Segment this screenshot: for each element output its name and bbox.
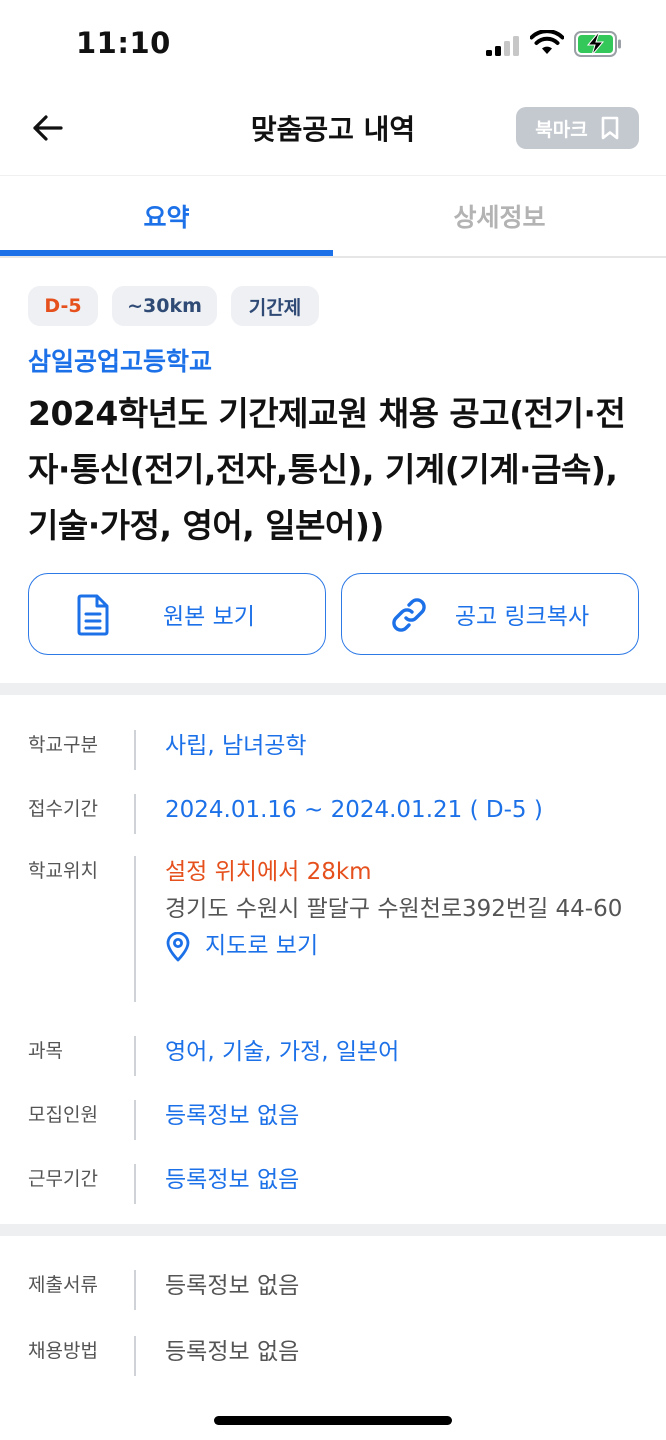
row-separator [134, 1036, 136, 1076]
navigation-bar: 맞춤공고 내역 북마크 [0, 90, 666, 176]
address-text: 경기도 수원시 팔달구 수원천로392번길 44-60 [165, 896, 623, 922]
row-separator [134, 856, 136, 1002]
documents-value: 등록정보 없음 [165, 1273, 300, 1299]
info-row-work-period: 근무기간 등록정보 없음 [28, 1164, 640, 1204]
period-label: 접수기간 [28, 798, 98, 820]
work-period-value: 등록정보 없음 [165, 1167, 300, 1193]
row-separator [134, 1336, 136, 1376]
method-value: 등록정보 없음 [165, 1339, 300, 1365]
bookmark-button[interactable]: 북마크 [516, 107, 639, 149]
view-map-label: 지도로 보기 [205, 933, 319, 959]
employment-type-badge: 기간제 [231, 286, 319, 326]
subjects-label: 과목 [28, 1040, 63, 1062]
info-row-school-type: 학교구분 사립, 남녀공학 [28, 730, 640, 770]
status-bar: 11:10 [0, 0, 666, 90]
distance-text: 설정 위치에서 28km [165, 859, 372, 885]
status-time: 11:10 [76, 26, 171, 60]
school-type-value: 사립, 남녀공학 [165, 733, 307, 759]
active-tab-indicator [0, 250, 333, 256]
subjects-value: 영어, 기술, 가정, 일본어 [165, 1039, 400, 1065]
battery-charging-icon [574, 31, 621, 57]
work-period-label: 근무기간 [28, 1168, 98, 1190]
view-original-button[interactable]: 원본 보기 [28, 573, 326, 655]
home-indicator [214, 1416, 452, 1425]
location-value: 설정 위치에서 28km 경기도 수원시 팔달구 수원천로392번길 44-60… [165, 854, 635, 965]
info-row-recruits: 모집인원 등록정보 없음 [28, 1100, 640, 1140]
documents-label: 제출서류 [28, 1274, 98, 1296]
row-separator [134, 1100, 136, 1140]
distance-badge: ~30km [112, 286, 217, 326]
wifi-icon [530, 30, 564, 54]
section-divider [0, 683, 666, 695]
location-pin-icon [166, 931, 190, 961]
tab-bar: 요약 상세정보 [0, 176, 666, 258]
school-name: 삼일공업고등학교 [28, 347, 213, 376]
dday-badge: D-5 [28, 286, 98, 326]
row-separator [134, 730, 136, 770]
copy-link-button[interactable]: 공고 링크복사 [341, 573, 639, 655]
view-map-link[interactable]: 지도로 보기 [165, 928, 635, 965]
bookmark-icon [601, 116, 619, 140]
tag-chips: D-5 ~30km 기간제 [28, 286, 319, 326]
row-separator [134, 1270, 136, 1310]
location-label: 학교위치 [28, 860, 98, 882]
recruits-label: 모집인원 [28, 1104, 98, 1126]
section-divider [0, 1224, 666, 1236]
tab-summary[interactable]: 요약 [0, 176, 333, 256]
info-row-location: 학교위치 설정 위치에서 28km 경기도 수원시 팔달구 수원천로392번길 … [28, 856, 640, 1002]
view-original-label: 원본 보기 [163, 604, 255, 630]
info-row-method: 채용방법 등록정보 없음 [28, 1336, 640, 1376]
info-row-subjects: 과목 영어, 기술, 가정, 일본어 [28, 1036, 640, 1076]
bookmark-label: 북마크 [535, 118, 588, 141]
row-separator [134, 1164, 136, 1204]
tab-detail-info[interactable]: 상세정보 [333, 176, 666, 256]
recruits-value: 등록정보 없음 [165, 1103, 300, 1129]
info-row-documents: 제출서류 등록정보 없음 [28, 1270, 640, 1310]
method-label: 채용방법 [28, 1340, 98, 1362]
period-value: 2024.01.16 ~ 2024.01.21 ( D-5 ) [165, 797, 543, 823]
school-type-label: 학교구분 [28, 734, 98, 756]
info-row-period: 접수기간 2024.01.16 ~ 2024.01.21 ( D-5 ) [28, 794, 640, 834]
post-title: 2024학년도 기간제교원 채용 공고(전기·전자·통신(전기,전자,통신), … [28, 394, 626, 545]
cellular-signal-icon [486, 36, 519, 56]
row-separator [134, 794, 136, 834]
copy-link-label: 공고 링크복사 [454, 604, 590, 630]
